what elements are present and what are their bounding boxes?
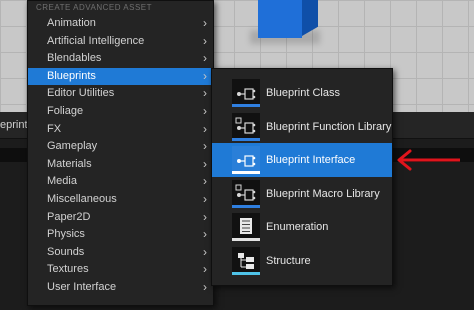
menu-item-label: Media xyxy=(47,175,77,188)
chevron-right-icon: › xyxy=(203,262,207,277)
menu-item-label: Gameplay xyxy=(47,140,98,153)
menu-item-label: Blueprints xyxy=(47,69,96,82)
menu-item-label: Sounds xyxy=(47,245,85,258)
menu-item-gameplay[interactable]: Gameplay › xyxy=(28,138,213,156)
menu-item-artificial-intelligence[interactable]: Artificial Intelligence › xyxy=(28,33,213,51)
structure-icon xyxy=(232,247,260,275)
menu-item-textures[interactable]: Textures › xyxy=(28,261,213,279)
menu-item-label: Animation xyxy=(47,17,96,29)
red-arrow-annotation xyxy=(397,149,460,171)
menu-item-blueprints[interactable]: Blueprints › xyxy=(28,67,213,86)
chevron-right-icon: › xyxy=(203,33,207,48)
create-advanced-asset-menu: CREATE ADVANCED ASSET Animation › Artifici… xyxy=(27,0,214,306)
chevron-right-icon: › xyxy=(203,174,207,189)
chevron-right-icon: › xyxy=(203,86,207,101)
chevron-right-icon: › xyxy=(203,121,207,136)
chevron-right-icon: › xyxy=(203,227,207,242)
menu-item-media[interactable]: Media › xyxy=(28,173,213,191)
menu-item-label: Physics xyxy=(47,228,85,241)
menu-item-fx[interactable]: FX › xyxy=(28,121,213,139)
submenu-item-enumeration[interactable]: Enumeration xyxy=(212,210,392,244)
menu-item-label: Materials xyxy=(47,157,92,170)
menu-item-editor-utilities[interactable]: Editor Utilities › xyxy=(28,85,213,103)
chevron-right-icon: › xyxy=(203,156,207,171)
blueprint-macro-library-icon xyxy=(232,179,260,208)
menu-item-label: Foliage xyxy=(47,104,84,117)
chevron-right-icon: › xyxy=(203,279,207,294)
chevron-right-icon: › xyxy=(203,51,207,66)
menu-item-label: Miscellaneous xyxy=(47,192,117,205)
chevron-right-icon: › xyxy=(203,103,207,118)
submenu-item-label: Structure xyxy=(266,255,311,267)
menu-item-physics[interactable]: Physics › xyxy=(28,226,213,244)
chevron-right-icon: › xyxy=(203,244,207,259)
submenu-item-structure[interactable]: Structure xyxy=(212,244,392,278)
submenu-item-label: Blueprint Macro Library xyxy=(266,187,380,200)
submenu-item-blueprint-macro-library[interactable]: Blueprint Macro Library xyxy=(212,177,392,211)
submenu-item-label: Enumeration xyxy=(266,221,329,234)
blueprint-interface-icon xyxy=(232,146,260,175)
blueprints-submenu: Blueprint Class Blueprint Function Librar… xyxy=(211,68,393,286)
submenu-item-label: Blueprint Class xyxy=(266,87,340,99)
chevron-right-icon: › xyxy=(203,139,207,154)
menu-item-label: User Interface xyxy=(47,280,117,293)
submenu-item-blueprint-interface[interactable]: Blueprint Interface xyxy=(212,143,392,178)
menu-header: CREATE ADVANCED ASSET xyxy=(36,3,153,12)
menu-item-label: Blendables xyxy=(47,52,102,65)
menu-item-label: Textures xyxy=(47,263,89,276)
chevron-right-icon: › xyxy=(203,191,207,206)
menu-item-label: Artificial Intelligence xyxy=(47,34,145,47)
submenu-item-blueprint-class[interactable]: Blueprint Class xyxy=(212,76,392,110)
blueprint-function-library-icon xyxy=(232,112,260,141)
partial-background-label: eprint xyxy=(0,119,28,131)
submenu-item-label: Blueprint Interface xyxy=(266,154,356,167)
enumeration-icon xyxy=(232,213,260,242)
menu-item-label: Editor Utilities xyxy=(47,87,115,100)
menu-item-materials[interactable]: Materials › xyxy=(28,156,213,174)
menu-item-label: Paper2D xyxy=(47,210,91,223)
blueprint-class-icon xyxy=(232,79,260,107)
menu-item-paper2d[interactable]: Paper2D › xyxy=(28,209,213,227)
blue-cube xyxy=(258,0,302,38)
submenu-item-blueprint-function-library[interactable]: Blueprint Function Library xyxy=(212,110,392,144)
submenu-item-label: Blueprint Function Library xyxy=(266,120,392,133)
menu-item-label: FX xyxy=(47,122,62,135)
chevron-right-icon: › xyxy=(203,16,207,30)
chevron-right-icon: › xyxy=(203,68,207,83)
menu-item-blendables[interactable]: Blendables › xyxy=(28,50,213,68)
menu-item-miscellaneous[interactable]: Miscellaneous › xyxy=(28,191,213,209)
menu-item-sounds[interactable]: Sounds › xyxy=(28,244,213,262)
menu-item-foliage[interactable]: Foliage › xyxy=(28,103,213,121)
menu-item-user-interface[interactable]: User Interface › xyxy=(28,279,213,297)
chevron-right-icon: › xyxy=(203,209,207,224)
menu-item-animation[interactable]: Animation › xyxy=(28,15,213,33)
